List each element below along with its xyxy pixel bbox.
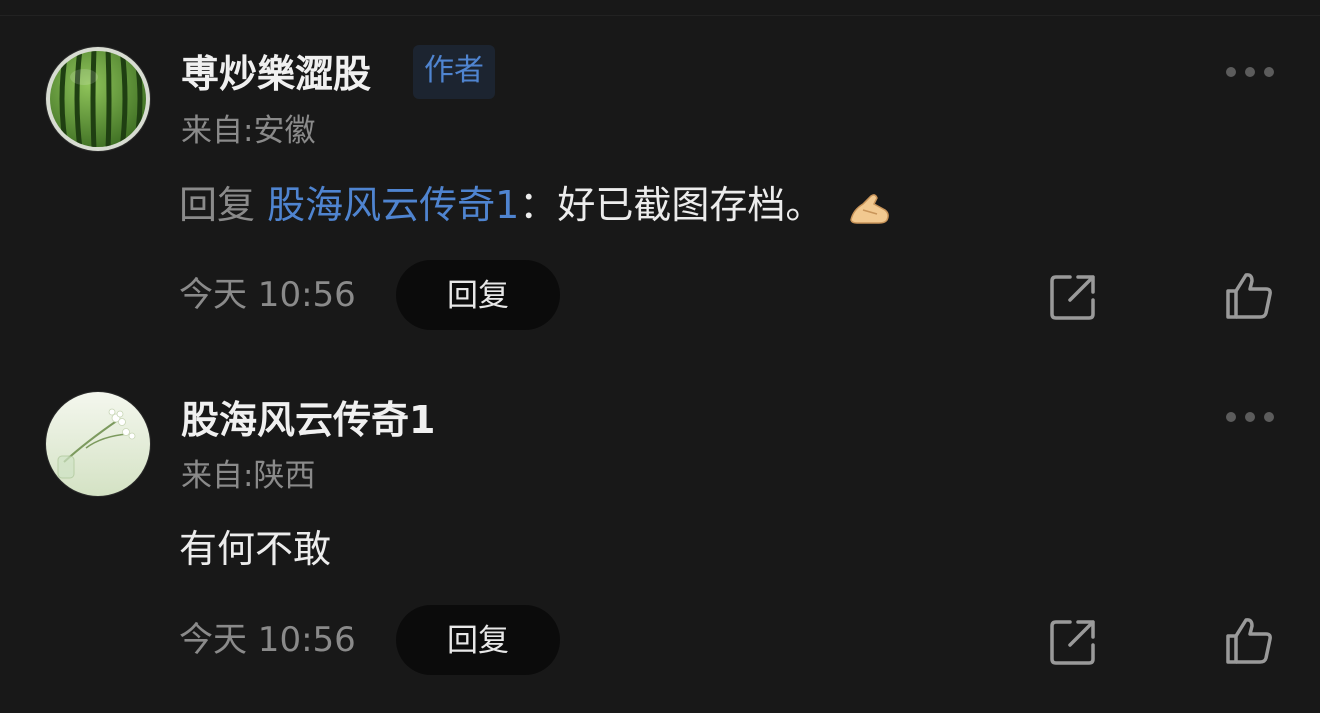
location-label: 来自:安徽 bbox=[181, 113, 316, 149]
reply-button[interactable]: 回复 bbox=[396, 605, 560, 675]
share-icon[interactable] bbox=[1048, 272, 1098, 322]
comment-text: 有何不敢 bbox=[179, 524, 331, 574]
reply-button[interactable]: 回复 bbox=[396, 260, 560, 330]
more-dots-icon[interactable] bbox=[1226, 65, 1274, 79]
comment-text: 回复 股海风云传奇1：好已截图存档。 bbox=[179, 180, 891, 230]
username[interactable]: 股海风云传奇1 bbox=[181, 396, 435, 444]
share-icon[interactable] bbox=[1048, 617, 1098, 667]
comment-body: 有何不敢 bbox=[179, 527, 332, 571]
mention-link[interactable]: 股海风云传奇1 bbox=[267, 183, 519, 227]
flower-vase-avatar bbox=[46, 392, 150, 496]
pinched-hand-emoji-icon bbox=[850, 193, 890, 224]
location-label: 来自:陕西 bbox=[181, 458, 316, 494]
top-divider bbox=[0, 15, 1320, 16]
comment-body: 好已截图存档。 bbox=[557, 183, 824, 227]
reply-prefix: 回复 bbox=[179, 183, 256, 227]
avatar[interactable] bbox=[46, 47, 150, 151]
author-badge: 作者 bbox=[413, 45, 495, 99]
thumbs-up-icon[interactable] bbox=[1224, 271, 1274, 321]
watermelon-avatar bbox=[46, 47, 150, 151]
more-dots-icon[interactable] bbox=[1226, 410, 1274, 424]
thumbs-up-icon[interactable] bbox=[1224, 616, 1274, 666]
timestamp: 今天 10:56 bbox=[179, 275, 356, 315]
separator: ： bbox=[519, 183, 558, 227]
avatar[interactable] bbox=[46, 392, 150, 496]
username[interactable]: 尃炒樂澀股 bbox=[181, 50, 371, 98]
timestamp: 今天 10:56 bbox=[179, 620, 356, 660]
